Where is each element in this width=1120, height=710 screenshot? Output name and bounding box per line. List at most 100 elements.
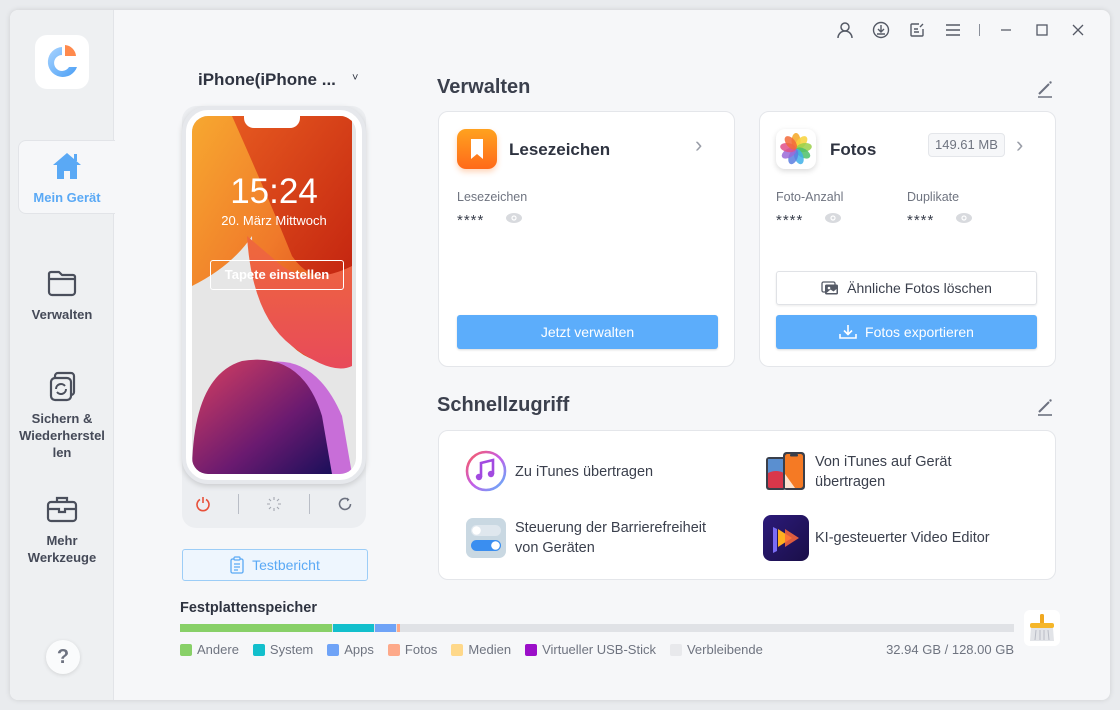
close-button[interactable] xyxy=(1060,18,1096,42)
itunes-icon xyxy=(465,450,507,492)
legend-label: Medien xyxy=(468,642,512,657)
quick-access-card: Zu iTunes übertragen Von iTunes auf Gerä… xyxy=(438,430,1056,580)
download-button[interactable] xyxy=(863,18,899,42)
loading-icon[interactable] xyxy=(266,496,282,512)
export-photos-label: Fotos exportieren xyxy=(865,324,974,340)
manage-now-button[interactable]: Jetzt verwalten xyxy=(457,315,718,349)
user-button[interactable] xyxy=(827,18,863,42)
phone-notch xyxy=(244,116,300,128)
sidebar-item-label: Mehr Werkzeuge xyxy=(27,533,97,565)
edit-icon[interactable] xyxy=(1034,78,1056,100)
export-photos-button[interactable]: Fotos exportieren xyxy=(776,315,1037,349)
sidebar-item-verwalten[interactable]: Verwalten xyxy=(10,266,114,323)
legend-label: Verbleibende xyxy=(686,642,763,657)
device-selector[interactable]: iPhone(iPhone ... xyxy=(198,70,336,90)
legend-item: Andere xyxy=(180,642,239,657)
duplicates-value: **** xyxy=(907,212,935,229)
duplicates-label: Duplikate xyxy=(907,190,960,204)
quick-item-label: KI-gesteuerter Video Editor xyxy=(815,530,990,546)
edit-icon[interactable] xyxy=(1034,396,1056,418)
legend-swatch xyxy=(180,643,192,656)
test-report-label: Testbericht xyxy=(252,557,320,573)
divider xyxy=(308,494,310,514)
home-icon xyxy=(53,153,81,179)
bookmarks-stat-label: Lesezeichen xyxy=(457,190,528,204)
eye-icon[interactable] xyxy=(955,212,973,224)
storage-used-total: 32.94 GB / 128.00 GB xyxy=(886,642,1014,657)
bookmarks-card: Lesezeichen › Lesezeichen **** Jetzt ver… xyxy=(438,111,735,367)
toggle-icon xyxy=(466,518,506,558)
cleanup-button[interactable] xyxy=(1024,610,1060,646)
test-report-button[interactable]: Testbericht xyxy=(182,549,368,581)
eye-icon[interactable] xyxy=(824,212,842,224)
set-wallpaper-button[interactable]: Tapete einstellen xyxy=(210,260,344,290)
menu-icon xyxy=(946,24,960,36)
delete-similar-photos-button[interactable]: Ähnliche Fotos löschen xyxy=(776,271,1037,305)
eye-icon[interactable] xyxy=(505,212,523,224)
maximize-button[interactable] xyxy=(1024,18,1060,42)
quick-item-video-editor[interactable]: KI-gesteuerter Video Editor xyxy=(763,515,990,561)
legend-label: Apps xyxy=(344,642,374,657)
broom-icon xyxy=(1030,614,1054,641)
photo-count-value: **** xyxy=(776,212,804,229)
legend-swatch xyxy=(387,643,400,656)
folder-icon xyxy=(47,270,77,297)
help-button[interactable]: ? xyxy=(46,640,80,674)
refresh-icon[interactable] xyxy=(337,496,353,512)
photos-stack-icon xyxy=(821,281,839,295)
legend-swatch xyxy=(451,643,464,656)
quick-item-from-itunes[interactable]: Von iTunes auf Gerät übertragen xyxy=(763,449,1003,495)
legend-swatch xyxy=(327,643,340,656)
bookmarks-title: Lesezeichen xyxy=(509,140,611,159)
legend-swatch xyxy=(669,643,682,656)
photo-count-label: Foto-Anzahl xyxy=(776,190,844,204)
legend-swatch xyxy=(252,643,265,656)
power-icon[interactable] xyxy=(195,496,211,512)
divider xyxy=(238,494,240,514)
chevron-right-icon[interactable]: › xyxy=(695,132,702,158)
quick-access-title: Schnellzugriff xyxy=(437,394,570,416)
wallpaper-image xyxy=(192,116,352,474)
sidebar-item-label: Sichern & Wiederherstel len xyxy=(19,411,105,460)
sidebar: Mein Gerät Verwalten Sichern & Wiederher… xyxy=(10,10,115,700)
app-window: Mein Gerät Verwalten Sichern & Wiederher… xyxy=(10,10,1110,700)
legend-item: Medien xyxy=(451,642,511,657)
storage-segment-system xyxy=(332,624,374,632)
storage-segment-andere xyxy=(180,624,332,632)
close-icon xyxy=(1072,24,1084,36)
feedback-button[interactable] xyxy=(899,18,935,42)
storage-legend: Andere System Apps Fotos Medien Virtueller US… xyxy=(180,642,777,657)
storage-bar xyxy=(180,624,1014,632)
quick-item-label: Steuerung der Barrierefreiheit von Gerät… xyxy=(515,520,707,556)
device-preview: 15:24 20. März Mittwoch Tapete einstelle… xyxy=(182,106,366,528)
legend-item: Verbleibende xyxy=(669,642,763,657)
app-logo-icon xyxy=(47,45,77,77)
legend-item: Fotos xyxy=(387,642,437,657)
bookmark-icon xyxy=(457,129,497,169)
download-icon xyxy=(872,21,890,39)
chevron-right-icon[interactable]: › xyxy=(1016,132,1023,158)
backup-restore-icon xyxy=(49,371,76,402)
chevron-down-icon[interactable]: ˅ xyxy=(352,72,358,84)
minimize-button[interactable] xyxy=(988,18,1024,42)
storage-title: Festplattenspeicher xyxy=(180,600,317,616)
photos-app-icon xyxy=(776,129,816,169)
sidebar-item-mehr-werkzeuge[interactable]: Mehr Werkzeuge xyxy=(10,492,114,566)
sidebar-item-sichern[interactable]: Sichern & Wiederherstel len xyxy=(10,370,114,461)
delete-similar-label: Ähnliche Fotos löschen xyxy=(847,280,992,296)
quick-item-label: Zu iTunes übertragen xyxy=(515,464,654,480)
menu-button[interactable] xyxy=(935,18,971,42)
photos-size-badge: 149.61 MB xyxy=(928,133,1005,157)
sidebar-item-label: Mein Gerät xyxy=(33,190,101,205)
video-editor-icon xyxy=(763,515,809,561)
device-controls xyxy=(182,492,366,516)
legend-item: Apps xyxy=(327,642,374,657)
quick-item-accessibility[interactable]: Steuerung der Barrierefreiheit von Gerät… xyxy=(463,515,733,561)
user-icon xyxy=(837,22,853,39)
photos-card: Fotos › Foto-Anzahl **** Duplikate **** … xyxy=(759,111,1056,367)
lockscreen-time: 15:24 xyxy=(230,172,318,211)
export-icon xyxy=(839,325,857,339)
phone-screen: 15:24 20. März Mittwoch Tapete einstelle… xyxy=(192,116,356,474)
sidebar-item-mein-geraet[interactable]: Mein Gerät xyxy=(18,140,115,214)
quick-item-to-itunes[interactable]: Zu iTunes übertragen xyxy=(463,449,653,495)
